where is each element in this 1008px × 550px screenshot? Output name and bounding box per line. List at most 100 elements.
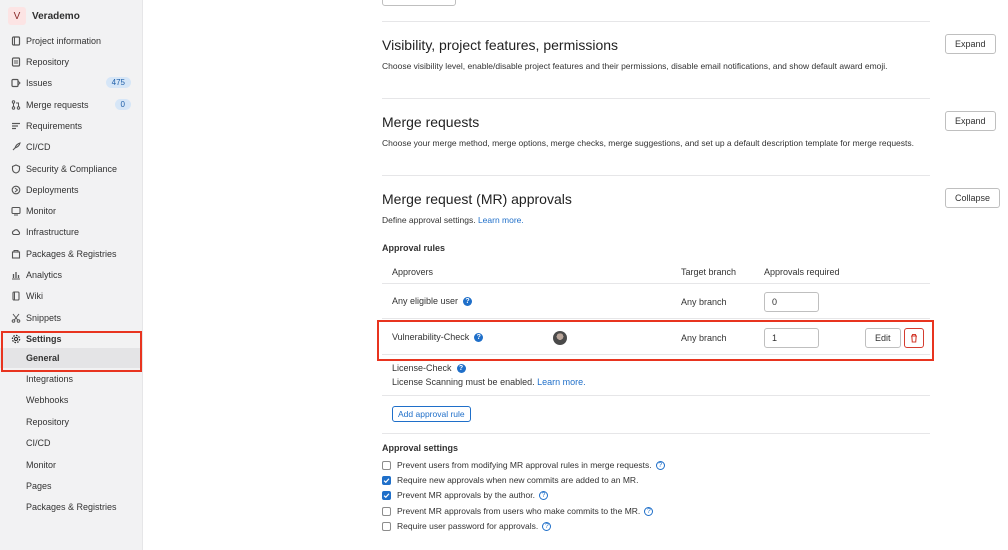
approvals-section-title: Merge request (MR) approvals: [382, 191, 572, 207]
option-label: Prevent MR approvals by the author.: [397, 490, 535, 500]
help-icon[interactable]: ?: [655, 460, 665, 470]
chart-icon: [10, 270, 21, 281]
settings-sub-packages-registries[interactable]: Packages & Registries: [0, 497, 143, 517]
approval-setting-option[interactable]: Prevent users from modifying MR approval…: [382, 460, 665, 470]
license-learn-more-link[interactable]: Learn more.: [537, 377, 586, 387]
rule-branch: Any branch: [681, 297, 727, 307]
approvals-required-input[interactable]: 0: [764, 292, 819, 312]
app-window: V Verademo Project information Repositor…: [0, 0, 1008, 550]
add-approval-rule-button[interactable]: Add approval rule: [392, 406, 471, 422]
sidebar-item-label: Security & Compliance: [26, 164, 118, 174]
approvals-collapse-button[interactable]: Collapse: [945, 188, 1001, 208]
merge-requests-expand-button[interactable]: Expand: [945, 111, 996, 131]
project-header[interactable]: V Verademo: [8, 6, 80, 26]
help-icon[interactable]: ?: [538, 490, 548, 500]
approvals-section-desc: Define approval settings. Learn more.: [382, 214, 922, 227]
approval-setting-option[interactable]: Prevent MR approvals from users who make…: [382, 506, 654, 516]
approval-setting-option[interactable]: Require new approvals when new commits a…: [382, 475, 638, 485]
row-divider: [382, 318, 930, 319]
sidebar-item-packages-registries[interactable]: Packages & Registries: [0, 244, 143, 264]
section-divider: [382, 21, 930, 22]
sidebar-item-ci-cd[interactable]: CI/CD: [0, 137, 143, 157]
checkbox-checked[interactable]: [382, 475, 391, 485]
rocket-icon: [10, 142, 21, 153]
settings-highlight-annotation: [1, 331, 142, 372]
book-icon: [10, 291, 21, 302]
row-divider: [382, 395, 930, 396]
sidebar: V Verademo Project information Repositor…: [0, 0, 143, 550]
help-icon[interactable]: ?: [644, 506, 654, 516]
sidebar-item-label: Analytics: [26, 270, 63, 280]
sidebar-item-security-compliance[interactable]: Security & Compliance: [0, 159, 143, 179]
sidebar-item-project-information[interactable]: Project information: [0, 31, 143, 51]
merge-requests-count-badge: 0: [114, 99, 131, 110]
sidebar-item-label: Merge requests: [26, 100, 89, 110]
sidebar-item-label: Issues: [26, 78, 53, 88]
issues-icon: [10, 78, 21, 89]
sidebar-item-label: CI/CD: [26, 142, 51, 152]
table-row: License-Check ?: [392, 363, 466, 373]
sidebar-item-monitor[interactable]: Monitor: [0, 201, 143, 221]
help-icon[interactable]: ?: [542, 521, 552, 531]
sidebar-item-label: Packages & Registries: [26, 249, 117, 259]
checkbox-unchecked[interactable]: [382, 460, 391, 470]
sidebar-item-wiki[interactable]: Wiki: [0, 286, 143, 306]
settings-sub-ci-cd[interactable]: CI/CD: [0, 433, 143, 453]
visibility-expand-button[interactable]: Expand: [945, 34, 996, 54]
settings-sub-monitor[interactable]: Monitor: [0, 455, 143, 475]
sidebar-item-label: Project information: [26, 36, 102, 46]
sidebar-item-label: Requirements: [26, 121, 83, 131]
cropped-button[interactable]: [382, 0, 456, 6]
visibility-section-title: Visibility, project features, permission…: [382, 37, 619, 53]
sidebar-item-merge-requests[interactable]: Merge requests 0: [0, 95, 143, 115]
approvals-learn-more-link[interactable]: Learn more.: [478, 215, 524, 225]
sidebar-item-deployments[interactable]: Deployments: [0, 180, 143, 200]
approval-setting-option[interactable]: Require user password for approvals. ?: [382, 521, 552, 531]
sidebar-item-requirements[interactable]: Requirements: [0, 116, 143, 136]
approvals-desc-text: Define approval settings.: [382, 215, 476, 225]
sidebar-item-label: Snippets: [26, 313, 62, 323]
deployments-icon: [10, 185, 21, 196]
option-label: Prevent users from modifying MR approval…: [397, 460, 652, 470]
sidebar-item-repository[interactable]: Repository: [0, 52, 143, 72]
section-divider: [382, 98, 930, 99]
requirements-icon: [10, 121, 21, 132]
settings-sub-webhooks[interactable]: Webhooks: [0, 390, 143, 410]
package-icon: [10, 249, 21, 260]
rule-name: Any eligible user: [392, 296, 459, 306]
repository-icon: [10, 57, 21, 68]
settings-sub-integrations[interactable]: Integrations: [0, 369, 143, 389]
merge-request-icon: [10, 100, 21, 111]
settings-sub-pages[interactable]: Pages: [0, 476, 143, 496]
checkbox-checked[interactable]: [382, 490, 391, 500]
sidebar-item-analytics[interactable]: Analytics: [0, 265, 143, 285]
sidebar-item-label: Deployments: [26, 185, 79, 195]
merge-requests-section-desc: Choose your merge method, merge options,…: [382, 138, 915, 148]
sidebar-item-label: Monitor: [26, 206, 57, 216]
project-name: Verademo: [32, 10, 80, 22]
merge-requests-section-title: Merge requests: [382, 114, 480, 130]
col-approvers: Approvers: [392, 267, 434, 277]
checkbox-unchecked[interactable]: [382, 506, 391, 516]
section-divider: [382, 433, 930, 434]
license-note-text: License Scanning must be enabled.: [392, 377, 535, 387]
option-label: Require new approvals when new commits a…: [397, 475, 639, 485]
settings-sub-repository[interactable]: Repository: [0, 412, 143, 432]
approval-setting-option[interactable]: Prevent MR approvals by the author. ?: [382, 490, 548, 500]
cloud-icon: [10, 227, 21, 238]
vulnerability-check-highlight-annotation: [377, 320, 934, 361]
license-note: License Scanning must be enabled. Learn …: [392, 377, 586, 387]
checkbox-unchecked[interactable]: [382, 521, 391, 531]
help-icon[interactable]: ?: [463, 296, 473, 306]
monitor-icon: [10, 206, 21, 217]
sidebar-item-snippets[interactable]: Snippets: [0, 308, 143, 328]
scissors-icon: [10, 313, 21, 324]
sidebar-item-issues[interactable]: Issues 475: [0, 73, 143, 93]
approval-rules-heading: Approval rules: [382, 243, 446, 253]
info-icon: [10, 36, 21, 47]
help-icon[interactable]: ?: [456, 363, 466, 373]
sidebar-item-label: Infrastructure: [26, 227, 80, 237]
table-header-divider: [382, 283, 930, 284]
sidebar-item-infrastructure[interactable]: Infrastructure: [0, 222, 143, 242]
project-avatar: V: [8, 7, 26, 25]
